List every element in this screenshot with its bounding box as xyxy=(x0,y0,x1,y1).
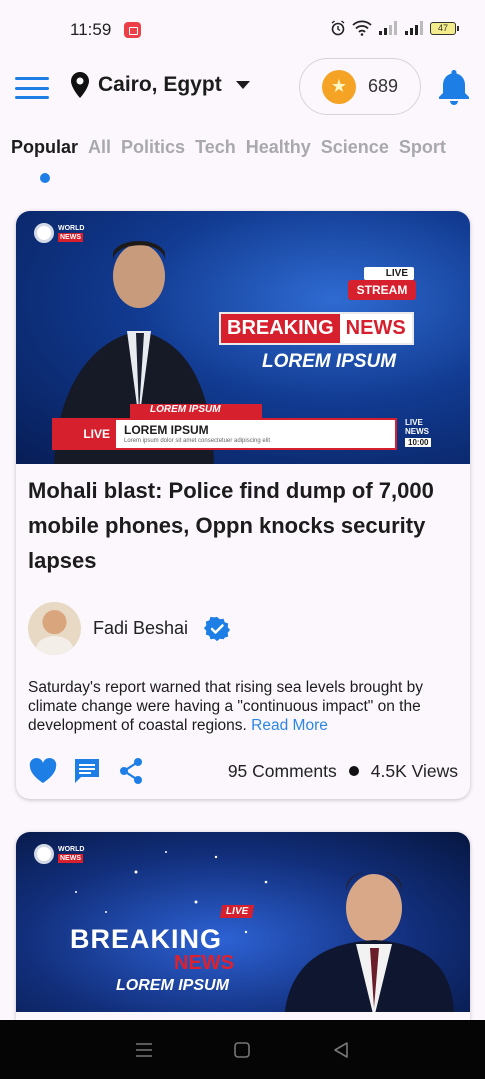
comments-count[interactable]: 95 Comments xyxy=(228,761,337,782)
share-icon xyxy=(120,758,142,784)
author-row[interactable]: Fadi Beshai xyxy=(28,602,231,655)
lorem-headline: LOREM IPSUM xyxy=(262,351,397,372)
stream-label: STREAM xyxy=(348,280,416,300)
live-badge: LIVE xyxy=(219,905,255,918)
tab-tech[interactable]: Tech xyxy=(195,137,236,158)
news-card[interactable]: WORLD NEWS LIVE BREAKING NEWS LOREM IPSU… xyxy=(16,832,470,1032)
status-icons: 47 xyxy=(330,20,459,36)
chevron-down-icon xyxy=(235,81,250,89)
logo-news-text: NEWS xyxy=(58,854,83,863)
description-text: Saturday's report warned that rising sea… xyxy=(28,679,423,734)
read-more-link[interactable]: Read More xyxy=(251,717,328,734)
tab-popular[interactable]: Popular xyxy=(11,137,78,158)
battery-icon: 47 xyxy=(430,21,459,35)
logo-world-text: WORLD xyxy=(58,225,85,232)
breaking-text: BREAKING xyxy=(70,924,223,954)
world-news-logo: WORLD NEWS xyxy=(34,223,84,243)
comment-icon xyxy=(75,759,99,783)
breaking-news-banner: BREAKING NEWS xyxy=(219,312,414,345)
comment-button[interactable] xyxy=(72,756,102,786)
card-actions: 95 Comments 4.5K Views xyxy=(28,756,458,786)
news-thumbnail[interactable]: WORLD NEWS LIVE BREAKING NEWS LOREM IPSU… xyxy=(16,832,470,1012)
screen-record-icon xyxy=(124,22,141,38)
news-title[interactable]: Mohali blast: Police find dump of 7,000 … xyxy=(28,473,438,578)
lower-third-title: LOREM IPSUM xyxy=(124,423,209,437)
tab-science[interactable]: Science xyxy=(321,137,389,158)
heart-icon xyxy=(29,758,57,783)
recents-button[interactable] xyxy=(133,1039,155,1061)
logo-world-text: WORLD xyxy=(58,846,85,853)
breaking-text: BREAKING xyxy=(221,314,340,343)
globe-icon xyxy=(34,223,54,243)
avatar[interactable] xyxy=(28,602,81,655)
lower-third-live: LIVE xyxy=(54,420,116,448)
tab-politics[interactable]: Politics xyxy=(121,137,185,158)
tab-healthy[interactable]: Healthy xyxy=(246,137,311,158)
live-news-news: NEWS xyxy=(405,427,429,436)
home-icon xyxy=(234,1041,251,1058)
system-nav-bar xyxy=(0,1020,485,1079)
like-button[interactable] xyxy=(28,756,58,786)
alarm-icon xyxy=(331,20,345,36)
notification-bell-icon[interactable] xyxy=(437,68,471,106)
post-stats: 95 Comments 4.5K Views xyxy=(228,761,458,782)
status-bar: 11:59 47 xyxy=(0,0,485,58)
author-name[interactable]: Fadi Beshai xyxy=(93,618,188,639)
coin-star-icon: ★ xyxy=(322,69,356,104)
status-time: 11:59 xyxy=(70,20,112,39)
share-button[interactable] xyxy=(116,756,146,786)
news-card[interactable]: WORLD NEWS LIVE STREAM BREAKING NEWS LOR… xyxy=(16,211,470,799)
live-news-clock: LIVE NEWS 10:00 xyxy=(405,418,432,447)
lower-third-tag: LOREM IPSUM xyxy=(130,404,262,418)
home-button[interactable] xyxy=(231,1039,253,1061)
location-pin-icon xyxy=(71,72,89,98)
globe-icon xyxy=(34,844,54,864)
news-thumbnail[interactable]: WORLD NEWS LIVE STREAM BREAKING NEWS LOR… xyxy=(16,211,470,464)
world-news-logo: WORLD NEWS xyxy=(34,844,84,864)
live-stream-badge: LIVE STREAM xyxy=(348,267,416,300)
category-tabs: Popular All Politics Tech Healthy Scienc… xyxy=(11,137,446,158)
recents-icon xyxy=(136,1042,153,1057)
verified-badge-icon xyxy=(204,616,231,641)
coins-button[interactable]: ★ 689 xyxy=(299,58,421,115)
news-description: Saturday's report warned that rising sea… xyxy=(28,678,458,735)
back-button[interactable] xyxy=(330,1039,352,1061)
active-tab-indicator xyxy=(40,173,50,183)
signal-icon-2 xyxy=(405,21,423,35)
lorem-headline: LOREM IPSUM xyxy=(116,977,229,994)
tab-sport[interactable]: Sport xyxy=(399,137,446,158)
wifi-icon xyxy=(352,20,372,36)
lower-third-subtitle: Lorem ipsum dolor sit amet consectetuer … xyxy=(124,438,271,444)
tab-all[interactable]: All xyxy=(88,137,111,158)
signal-icon-1 xyxy=(379,21,397,35)
news-text: NEWS xyxy=(339,314,412,343)
logo-news-text: NEWS xyxy=(58,233,83,242)
live-label: LIVE xyxy=(364,267,414,280)
news-presenter-image xyxy=(284,870,454,1012)
location-label: Cairo, Egypt xyxy=(98,73,222,96)
views-count: 4.5K Views xyxy=(370,760,458,781)
news-text: NEWS xyxy=(174,952,234,974)
coins-count: 689 xyxy=(368,76,399,96)
menu-icon[interactable] xyxy=(15,77,49,99)
location-selector[interactable]: Cairo, Egypt xyxy=(70,72,250,98)
live-news-live: LIVE xyxy=(405,418,423,427)
stats-separator xyxy=(348,766,359,776)
live-news-time: 10:00 xyxy=(405,438,432,447)
back-icon xyxy=(334,1041,348,1058)
